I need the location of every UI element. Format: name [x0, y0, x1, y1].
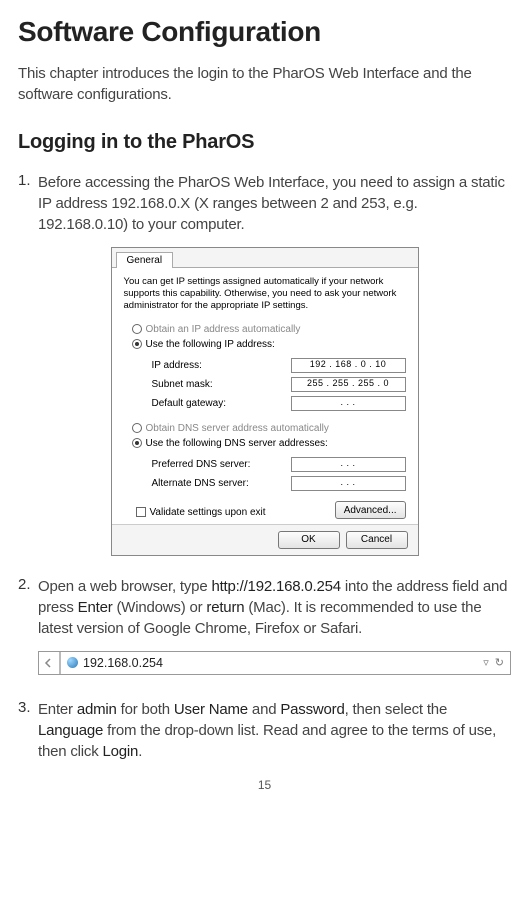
- arrow-left-icon: [44, 658, 54, 668]
- radio-use-dns[interactable]: Use the following DNS server addresses:: [132, 436, 406, 451]
- browser-address-bar: 192.168.0.254 ▿ ↻: [38, 651, 511, 675]
- step-2-num: 2.: [18, 576, 38, 639]
- page-title: Software Configuration: [18, 16, 511, 48]
- step-2-text: Open a web browser, type http://192.168.…: [38, 576, 511, 639]
- tab-general[interactable]: General: [116, 252, 174, 268]
- cancel-button[interactable]: Cancel: [346, 531, 408, 549]
- ok-button[interactable]: OK: [278, 531, 340, 549]
- page-number: 15: [18, 778, 511, 792]
- address-url[interactable]: 192.168.0.254: [83, 656, 483, 670]
- checkbox-icon: [136, 507, 146, 517]
- step-3-num: 3.: [18, 699, 38, 762]
- reload-icon[interactable]: ↻: [495, 656, 504, 669]
- radio-obtain-ip-label: Obtain an IP address automatically: [146, 324, 301, 335]
- step-3: 3. Enter admin for both User Name and Pa…: [18, 699, 511, 762]
- radio-obtain-ip[interactable]: Obtain an IP address automatically: [132, 322, 406, 337]
- radio-icon: [132, 324, 142, 334]
- radio-use-dns-label: Use the following DNS server addresses:: [146, 438, 328, 449]
- validate-label: Validate settings upon exit: [150, 507, 266, 518]
- step-3-text: Enter admin for both User Name and Passw…: [38, 699, 511, 762]
- validate-checkbox-row[interactable]: Validate settings upon exit: [136, 507, 266, 518]
- radio-icon: [132, 339, 142, 349]
- subnet-mask-input[interactable]: 255 . 255 . 255 . 0: [291, 377, 406, 392]
- preferred-dns-label: Preferred DNS server:: [152, 459, 251, 470]
- section-heading: Logging in to the PharOS: [18, 131, 511, 154]
- dialog-tabs: General: [112, 248, 418, 268]
- preferred-dns-input[interactable]: . . .: [291, 457, 406, 472]
- alternate-dns-label: Alternate DNS server:: [152, 478, 249, 489]
- ip-address-input[interactable]: 192 . 168 . 0 . 10: [291, 358, 406, 373]
- ip-address-label: IP address:: [152, 360, 202, 371]
- radio-use-ip[interactable]: Use the following IP address:: [132, 337, 406, 352]
- radio-use-ip-label: Use the following IP address:: [146, 339, 275, 350]
- advanced-button[interactable]: Advanced...: [335, 501, 406, 519]
- step-2: 2. Open a web browser, type http://192.1…: [18, 576, 511, 639]
- default-gateway-label: Default gateway:: [152, 398, 227, 409]
- ipv4-properties-dialog: General You can get IP settings assigned…: [111, 247, 419, 556]
- back-button[interactable]: [39, 652, 61, 674]
- intro-text: This chapter introduces the login to the…: [18, 63, 511, 105]
- dialog-hint: You can get IP settings assigned automat…: [124, 276, 406, 312]
- default-gateway-input[interactable]: . . .: [291, 396, 406, 411]
- radio-obtain-dns-label: Obtain DNS server address automatically: [146, 423, 329, 434]
- radio-icon: [132, 438, 142, 448]
- subnet-mask-label: Subnet mask:: [152, 379, 213, 390]
- step-1: 1. Before accessing the PharOS Web Inter…: [18, 172, 511, 235]
- alternate-dns-input[interactable]: . . .: [291, 476, 406, 491]
- step-1-num: 1.: [18, 172, 38, 235]
- radio-icon: [132, 423, 142, 433]
- radio-obtain-dns[interactable]: Obtain DNS server address automatically: [132, 421, 406, 436]
- step-1-text: Before accessing the PharOS Web Interfac…: [38, 172, 511, 235]
- globe-icon: [67, 657, 78, 668]
- dropdown-icon[interactable]: ▿: [483, 656, 489, 669]
